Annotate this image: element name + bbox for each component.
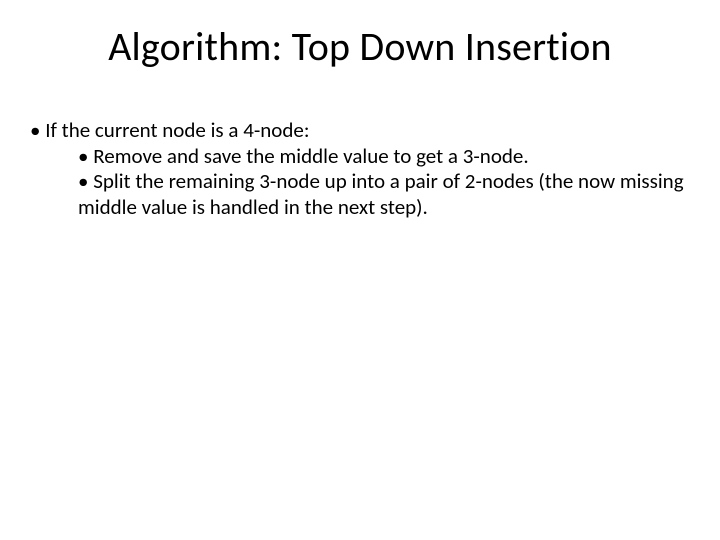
bullet-icon: • bbox=[78, 143, 88, 169]
bullet-text: Remove and save the middle value to get … bbox=[93, 143, 528, 169]
bullet-level-2: • Remove and save the middle value to ge… bbox=[78, 144, 690, 170]
bullet-icon: • bbox=[30, 117, 40, 143]
bullet-level-2: • Split the remaining 3-node up into a p… bbox=[78, 169, 690, 220]
bullet-text: Split the remaining 3-node up into a pai… bbox=[78, 168, 684, 220]
slide-body: • If the current node is a 4-node: • Rem… bbox=[30, 118, 690, 220]
bullet-level-1: • If the current node is a 4-node: bbox=[30, 118, 690, 144]
bullet-icon: • bbox=[78, 168, 88, 194]
slide: Algorithm: Top Down Insertion • If the c… bbox=[0, 0, 720, 540]
slide-title: Algorithm: Top Down Insertion bbox=[0, 22, 720, 71]
bullet-text: If the current node is a 4-node: bbox=[45, 117, 309, 143]
